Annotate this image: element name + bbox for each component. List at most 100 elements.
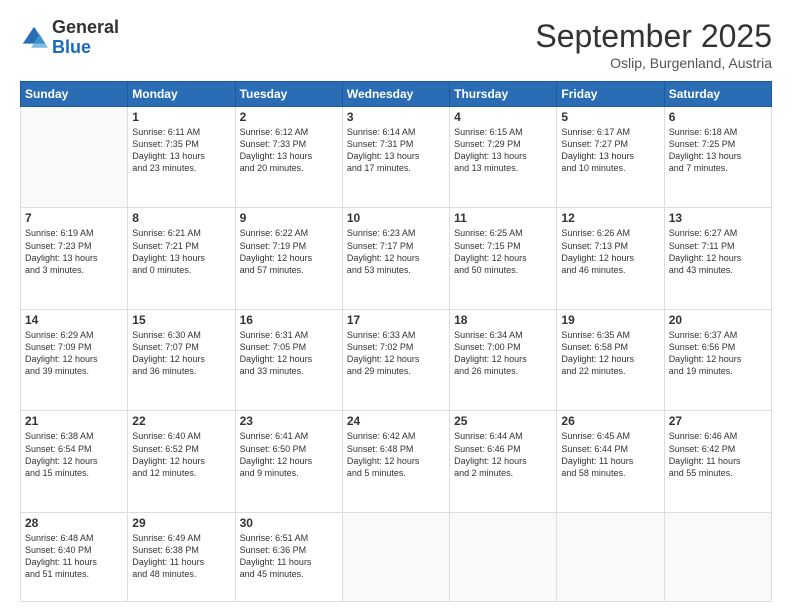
calendar-cell: 6Sunrise: 6:18 AM Sunset: 7:25 PM Daylig… [664, 107, 771, 208]
logo-general: General [52, 17, 119, 37]
logo-icon [20, 24, 48, 52]
day-info: Sunrise: 6:12 AM Sunset: 7:33 PM Dayligh… [240, 126, 338, 175]
calendar-cell [21, 107, 128, 208]
calendar-cell [342, 512, 449, 601]
day-info: Sunrise: 6:49 AM Sunset: 6:38 PM Dayligh… [132, 532, 230, 581]
calendar-cell: 17 Sunrise: 6:33 AM Sunset: 7:02 PM Dayli… [342, 309, 449, 410]
day-info: Sunrise: 6:27 AM Sunset: 7:11 PM Dayligh… [669, 227, 767, 276]
day-number: 6 [669, 110, 767, 124]
day-info: Sunrise: 6:25 AM Sunset: 7:15 PM Dayligh… [454, 227, 552, 276]
day-number: 17 [347, 313, 445, 327]
day-number: 3 [347, 110, 445, 124]
calendar-cell: 10Sunrise: 6:23 AM Sunset: 7:17 PM Dayli… [342, 208, 449, 309]
calendar-week-row: 14 Sunrise: 6:29 AM Sunset: 7:09 PM Dayli… [21, 309, 772, 410]
weekday-header: Wednesday [342, 82, 449, 107]
day-number: 11 [454, 211, 552, 225]
day-number: 18 [454, 313, 552, 327]
calendar-cell: 22 Sunrise: 6:40 AM Sunset: 6:52 PM Dayli… [128, 411, 235, 512]
weekday-header: Saturday [664, 82, 771, 107]
calendar-cell: 4Sunrise: 6:15 AM Sunset: 7:29 PM Daylig… [450, 107, 557, 208]
calendar-cell: 20Sunrise: 6:37 AM Sunset: 6:56 PM Dayli… [664, 309, 771, 410]
day-info: Sunrise: 6:29 AM Sunset: 7:09 PM Dayligh… [25, 329, 123, 378]
day-info: Sunrise: 6:41 AM Sunset: 6:50 PM Dayligh… [240, 430, 338, 479]
day-number: 2 [240, 110, 338, 124]
calendar-cell: 23Sunrise: 6:41 AM Sunset: 6:50 PM Dayli… [235, 411, 342, 512]
logo-text: General Blue [52, 18, 119, 58]
day-number: 12 [561, 211, 659, 225]
calendar-cell [557, 512, 664, 601]
calendar-cell: 19 Sunrise: 6:35 AM Sunset: 6:58 PM Dayli… [557, 309, 664, 410]
day-number: 13 [669, 211, 767, 225]
day-info: Sunrise: 6:40 AM Sunset: 6:52 PM Dayligh… [132, 430, 230, 479]
calendar-cell: 1Sunrise: 6:11 AM Sunset: 7:35 PM Daylig… [128, 107, 235, 208]
day-info: Sunrise: 6:23 AM Sunset: 7:17 PM Dayligh… [347, 227, 445, 276]
day-info: Sunrise: 6:35 AM Sunset: 6:58 PM Dayligh… [561, 329, 659, 378]
day-info: Sunrise: 6:11 AM Sunset: 7:35 PM Dayligh… [132, 126, 230, 175]
day-info: Sunrise: 6:34 AM Sunset: 7:00 PM Dayligh… [454, 329, 552, 378]
calendar-cell: 7 Sunrise: 6:19 AM Sunset: 7:23 PM Daylig… [21, 208, 128, 309]
day-number: 7 [25, 211, 123, 225]
day-number: 25 [454, 414, 552, 428]
calendar-week-row: 7 Sunrise: 6:19 AM Sunset: 7:23 PM Daylig… [21, 208, 772, 309]
calendar-cell [664, 512, 771, 601]
calendar-cell [450, 512, 557, 601]
weekday-header: Tuesday [235, 82, 342, 107]
day-info: Sunrise: 6:48 AM Sunset: 6:40 PM Dayligh… [25, 532, 123, 581]
day-info: Sunrise: 6:51 AM Sunset: 6:36 PM Dayligh… [240, 532, 338, 581]
day-number: 19 [561, 313, 659, 327]
day-info: Sunrise: 6:31 AM Sunset: 7:05 PM Dayligh… [240, 329, 338, 378]
calendar-cell: 2 Sunrise: 6:12 AM Sunset: 7:33 PM Daylig… [235, 107, 342, 208]
day-number: 14 [25, 313, 123, 327]
calendar-cell: 24Sunrise: 6:42 AM Sunset: 6:48 PM Dayli… [342, 411, 449, 512]
title-month: September 2025 [535, 18, 772, 55]
weekday-header: Friday [557, 82, 664, 107]
logo: General Blue [20, 18, 119, 58]
header: General Blue September 2025 Oslip, Burge… [20, 18, 772, 71]
calendar-cell: 9 Sunrise: 6:22 AM Sunset: 7:19 PM Daylig… [235, 208, 342, 309]
calendar-cell: 18 Sunrise: 6:34 AM Sunset: 7:00 PM Dayli… [450, 309, 557, 410]
page: General Blue September 2025 Oslip, Burge… [0, 0, 792, 612]
day-info: Sunrise: 6:21 AM Sunset: 7:21 PM Dayligh… [132, 227, 230, 276]
day-info: Sunrise: 6:33 AM Sunset: 7:02 PM Dayligh… [347, 329, 445, 378]
weekday-header: Thursday [450, 82, 557, 107]
calendar-cell: 15 Sunrise: 6:30 AM Sunset: 7:07 PM Dayli… [128, 309, 235, 410]
calendar-cell: 12Sunrise: 6:26 AM Sunset: 7:13 PM Dayli… [557, 208, 664, 309]
weekday-header: Monday [128, 82, 235, 107]
logo-blue: Blue [52, 37, 91, 57]
calendar-cell: 25Sunrise: 6:44 AM Sunset: 6:46 PM Dayli… [450, 411, 557, 512]
calendar-cell: 21 Sunrise: 6:38 AM Sunset: 6:54 PM Dayli… [21, 411, 128, 512]
day-number: 15 [132, 313, 230, 327]
day-number: 27 [669, 414, 767, 428]
day-info: Sunrise: 6:14 AM Sunset: 7:31 PM Dayligh… [347, 126, 445, 175]
calendar-cell: 29 Sunrise: 6:49 AM Sunset: 6:38 PM Dayli… [128, 512, 235, 601]
calendar-cell: 5Sunrise: 6:17 AM Sunset: 7:27 PM Daylig… [557, 107, 664, 208]
day-info: Sunrise: 6:30 AM Sunset: 7:07 PM Dayligh… [132, 329, 230, 378]
calendar-cell: 30Sunrise: 6:51 AM Sunset: 6:36 PM Dayli… [235, 512, 342, 601]
calendar-cell: 28 Sunrise: 6:48 AM Sunset: 6:40 PM Dayli… [21, 512, 128, 601]
day-number: 22 [132, 414, 230, 428]
day-info: Sunrise: 6:19 AM Sunset: 7:23 PM Dayligh… [25, 227, 123, 276]
day-number: 29 [132, 516, 230, 530]
day-number: 24 [347, 414, 445, 428]
calendar-cell: 16 Sunrise: 6:31 AM Sunset: 7:05 PM Dayli… [235, 309, 342, 410]
weekday-header: Sunday [21, 82, 128, 107]
day-number: 5 [561, 110, 659, 124]
calendar-cell: 13 Sunrise: 6:27 AM Sunset: 7:11 PM Dayli… [664, 208, 771, 309]
day-number: 8 [132, 211, 230, 225]
day-info: Sunrise: 6:46 AM Sunset: 6:42 PM Dayligh… [669, 430, 767, 479]
calendar-cell: 27 Sunrise: 6:46 AM Sunset: 6:42 PM Dayli… [664, 411, 771, 512]
calendar-cell: 8 Sunrise: 6:21 AM Sunset: 7:21 PM Daylig… [128, 208, 235, 309]
day-info: Sunrise: 6:45 AM Sunset: 6:44 PM Dayligh… [561, 430, 659, 479]
day-info: Sunrise: 6:38 AM Sunset: 6:54 PM Dayligh… [25, 430, 123, 479]
calendar-week-row: 21 Sunrise: 6:38 AM Sunset: 6:54 PM Dayli… [21, 411, 772, 512]
day-info: Sunrise: 6:22 AM Sunset: 7:19 PM Dayligh… [240, 227, 338, 276]
calendar-cell: 11 Sunrise: 6:25 AM Sunset: 7:15 PM Dayli… [450, 208, 557, 309]
day-number: 16 [240, 313, 338, 327]
title-block: September 2025 Oslip, Burgenland, Austri… [535, 18, 772, 71]
title-location: Oslip, Burgenland, Austria [535, 55, 772, 71]
day-number: 21 [25, 414, 123, 428]
day-number: 28 [25, 516, 123, 530]
calendar-week-row: 28 Sunrise: 6:48 AM Sunset: 6:40 PM Dayli… [21, 512, 772, 601]
day-number: 9 [240, 211, 338, 225]
day-number: 4 [454, 110, 552, 124]
